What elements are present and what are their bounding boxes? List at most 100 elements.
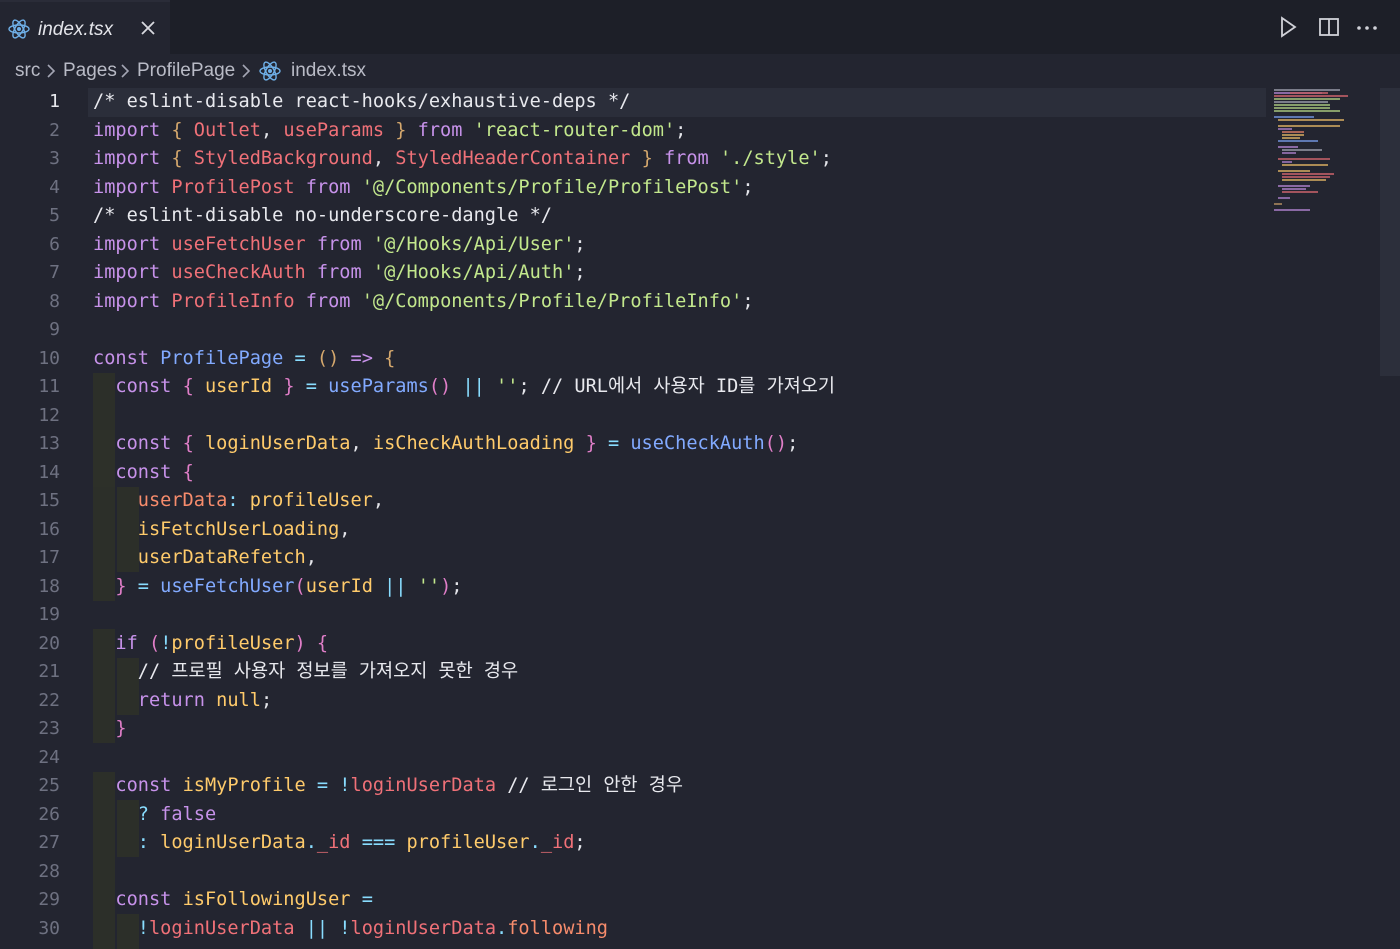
code-line[interactable]: : loginUserData._id === profileUser._id; bbox=[93, 829, 586, 858]
line-number: 30 bbox=[38, 917, 60, 939]
more-actions-icon[interactable] bbox=[1355, 15, 1379, 43]
code-line[interactable]: const isMyProfile = !loginUserData // 로그… bbox=[93, 772, 683, 801]
code-editor[interactable]: 1 /* eslint-disable react-hooks/exhaustiv… bbox=[0, 88, 1400, 949]
code-token: . bbox=[529, 832, 541, 853]
title-bar: index.tsx bbox=[0, 0, 1400, 54]
code-token: ; bbox=[518, 376, 541, 397]
code-line[interactable]: // 프로필 사용자 정보를 가져오지 못한 경우 bbox=[93, 658, 518, 687]
breadcrumb-file[interactable]: index.tsx bbox=[291, 60, 366, 82]
code-line[interactable]: /* eslint-disable no-underscore-dangle *… bbox=[93, 202, 552, 231]
code-token: _id bbox=[540, 832, 575, 853]
breadcrumb-src[interactable]: src bbox=[15, 60, 40, 82]
code-line[interactable]: import ProfileInfo from '@/Components/Pr… bbox=[93, 288, 754, 317]
code-line[interactable]: !loginUserData || !loginUserData.followi… bbox=[93, 915, 608, 944]
split-editor-icon[interactable] bbox=[1317, 15, 1341, 43]
code-token: } bbox=[283, 376, 306, 397]
chevron-right-icon bbox=[240, 60, 252, 86]
code-token: // 프로필 사용자 정보를 가져오지 못한 경우 bbox=[137, 661, 519, 682]
code-token: ! bbox=[137, 917, 149, 939]
line-number: 6 bbox=[49, 233, 60, 255]
code-token: ) bbox=[440, 575, 452, 597]
code-token: from bbox=[305, 290, 362, 312]
code-token: { bbox=[182, 461, 194, 483]
breadcrumb-pages[interactable]: Pages bbox=[63, 60, 117, 82]
code-token: import bbox=[93, 148, 172, 169]
line-number: 7 bbox=[49, 262, 60, 283]
chevron-right-icon bbox=[45, 60, 57, 86]
code-token: false bbox=[160, 803, 217, 825]
code-token: // 로그인 안한 경우 bbox=[507, 775, 683, 796]
code-token: loginUserData bbox=[148, 917, 306, 939]
code-line[interactable]: } = useFetchUser(userId || ''); bbox=[93, 573, 462, 602]
line-number: 17 bbox=[38, 547, 60, 568]
scrollbar-thumb[interactable] bbox=[1380, 88, 1400, 376]
run-icon[interactable] bbox=[1277, 15, 1299, 43]
code-line[interactable]: } bbox=[93, 715, 126, 744]
line-number: 14 bbox=[38, 461, 60, 483]
code-token: , bbox=[305, 547, 317, 568]
code-line[interactable]: const isFollowingUser = bbox=[93, 886, 373, 915]
line-number: 23 bbox=[38, 718, 60, 739]
code-token: ? bbox=[137, 803, 161, 825]
code-token: const bbox=[115, 461, 183, 483]
editor-tab[interactable]: index.tsx bbox=[0, 0, 170, 54]
code-token: ( bbox=[148, 632, 161, 654]
code-line[interactable]: isFetchUserLoading, bbox=[93, 516, 351, 545]
breadcrumb-profilepage[interactable]: ProfilePage bbox=[137, 60, 235, 82]
code-token: isCheckAuthLoading bbox=[372, 433, 586, 454]
code-line[interactable]: const ProfilePage = () => { bbox=[93, 345, 395, 374]
close-icon[interactable] bbox=[139, 19, 157, 41]
code-token: StyledBackground bbox=[193, 148, 373, 169]
code-line[interactable]: import useCheckAuth from '@/Hooks/Api/Au… bbox=[93, 259, 586, 288]
line-number: 16 bbox=[38, 518, 60, 540]
code-token: if bbox=[115, 632, 149, 654]
code-line[interactable]: import { StyledBackground, StyledHeaderC… bbox=[93, 145, 832, 174]
breadcrumb: src Pages ProfilePage index.tsx bbox=[0, 54, 1400, 88]
code-token: ; bbox=[787, 433, 799, 454]
code-line[interactable]: if (!profileUser) { bbox=[93, 630, 328, 659]
code-token: = bbox=[137, 575, 161, 597]
code-line[interactable]: const { bbox=[93, 459, 194, 488]
code-token: useCheckAuth bbox=[630, 433, 765, 454]
code-token: () bbox=[428, 376, 463, 397]
code-line[interactable]: userData: profileUser, bbox=[93, 487, 384, 516]
code-token: from bbox=[316, 233, 373, 255]
line-number: 13 bbox=[38, 433, 60, 454]
code-token: ; bbox=[574, 233, 586, 255]
line-number: 20 bbox=[38, 632, 60, 654]
code-token: useFetchUser bbox=[160, 575, 295, 597]
code-token: || ! bbox=[305, 917, 351, 939]
code-line[interactable]: import ProfilePost from '@/Components/Pr… bbox=[93, 174, 754, 203]
code-line[interactable]: ? false bbox=[93, 801, 216, 830]
code-token: useCheckAuth bbox=[171, 262, 317, 283]
code-line[interactable]: return null; bbox=[93, 687, 272, 716]
code-line[interactable]: const { loginUserData, isCheckAuthLoadin… bbox=[93, 430, 798, 459]
minimap[interactable] bbox=[1270, 88, 1380, 218]
line-number: 29 bbox=[38, 889, 60, 910]
code-token: 'react-router-dom' bbox=[473, 119, 676, 141]
code-line[interactable]: /* eslint-disable react-hooks/exhaustive… bbox=[93, 88, 630, 117]
line-number: 4 bbox=[49, 176, 60, 198]
code-token: import bbox=[93, 290, 172, 312]
code-line[interactable]: import { Outlet, useParams } from 'react… bbox=[93, 117, 686, 146]
code-token: userDataRefetch bbox=[137, 547, 306, 568]
code-line[interactable]: userDataRefetch, bbox=[93, 544, 317, 573]
code-token: { bbox=[384, 347, 396, 369]
code-token: _id bbox=[316, 832, 362, 853]
code-token: import bbox=[93, 233, 172, 255]
line-number: 9 bbox=[49, 319, 60, 340]
code-token: StyledHeaderContainer bbox=[395, 148, 631, 169]
line-number: 19 bbox=[38, 604, 60, 625]
code-token: , bbox=[339, 518, 351, 540]
react-icon bbox=[8, 18, 30, 44]
code-token: const bbox=[115, 433, 183, 454]
line-number: 27 bbox=[38, 832, 60, 853]
code-token: from bbox=[663, 148, 720, 169]
code-line[interactable]: const { userId } = useParams() || ''; //… bbox=[93, 373, 835, 402]
code-token: '' bbox=[417, 575, 441, 597]
line-number: 18 bbox=[38, 575, 60, 597]
code-token: || bbox=[462, 376, 497, 397]
code-line[interactable]: import useFetchUser from '@/Hooks/Api/Us… bbox=[93, 231, 586, 260]
